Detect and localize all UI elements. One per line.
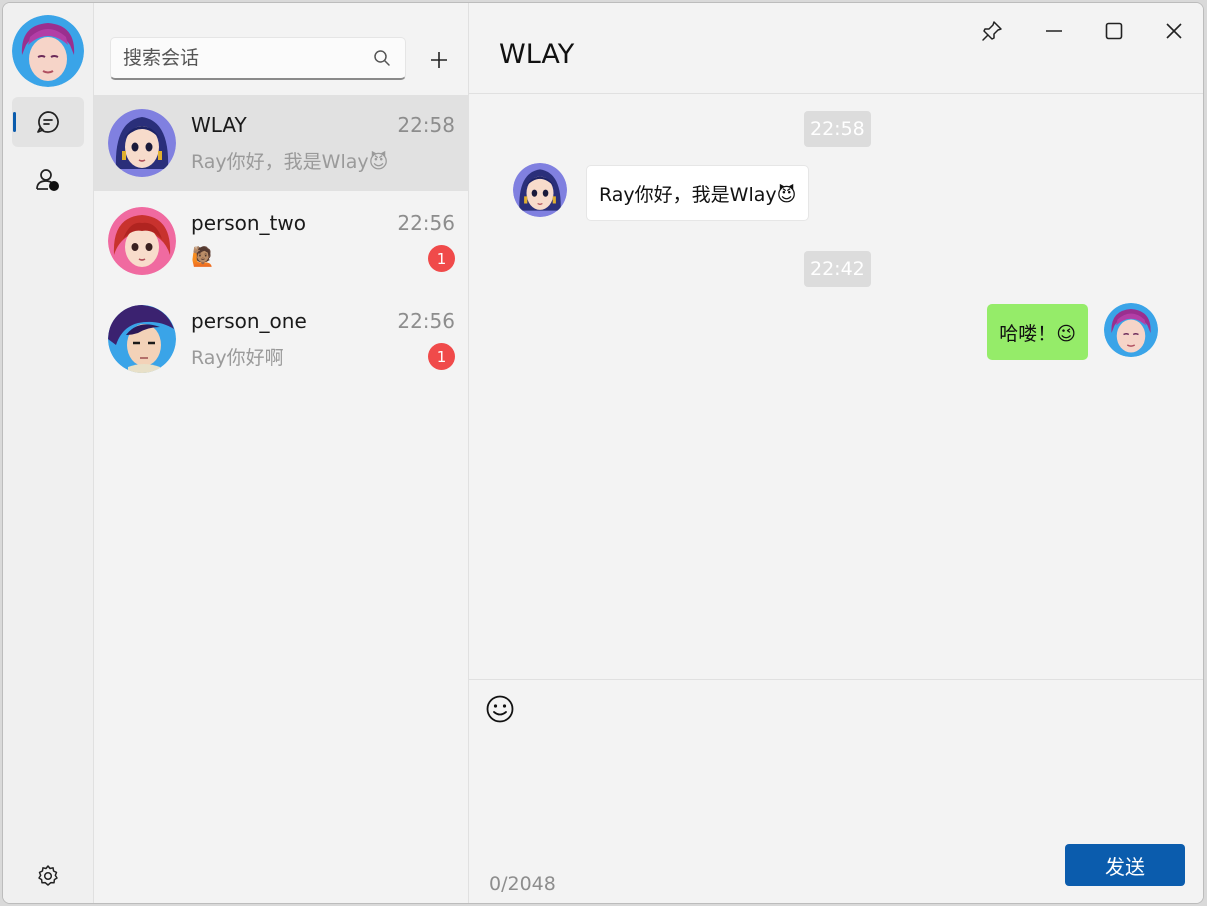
avatar — [108, 207, 176, 275]
outgoing-message-bubble[interactable]: 哈喽！😉 — [987, 304, 1088, 360]
close-button[interactable] — [1151, 11, 1197, 51]
conversation-item[interactable]: person_two 22:56 🙋🏽 1 — [94, 193, 469, 289]
send-button[interactable]: 发送 — [1065, 844, 1185, 886]
message-time-chip: 22:42 — [804, 251, 871, 287]
contacts-icon — [36, 169, 59, 191]
maximize-icon — [1105, 22, 1123, 40]
avatar — [108, 305, 176, 373]
close-icon — [1166, 23, 1182, 39]
conversation-name: person_one — [191, 309, 307, 333]
search-box[interactable] — [110, 37, 406, 80]
search-input[interactable] — [123, 47, 371, 69]
conversation-preview: Ray你好，我是Wlay😈 — [191, 151, 389, 173]
gear-icon — [38, 865, 58, 886]
conversation-preview: Ray你好啊 — [191, 347, 284, 369]
nav-contacts-button[interactable] — [12, 155, 84, 205]
unread-badge: 1 — [428, 245, 455, 272]
message-time-chip: 22:58 — [804, 111, 871, 147]
settings-button[interactable] — [33, 861, 63, 891]
chat-bubble-icon — [37, 111, 59, 133]
conversation-time: 22:58 — [397, 113, 455, 137]
chat-title: WLAY — [499, 39, 575, 70]
my-avatar[interactable] — [12, 15, 84, 87]
conversation-name: WLAY — [191, 113, 247, 137]
chat-panel: WLAY 22:58 Ray你好，我是Wlay😈 22:42 哈喽！😉 0/20… — [469, 3, 1203, 903]
pin-icon — [982, 21, 1002, 41]
search-icon[interactable] — [371, 47, 393, 69]
conversation-item[interactable]: person_one 22:56 Ray你好啊 1 — [94, 291, 469, 387]
message-list: 22:58 Ray你好，我是Wlay😈 22:42 哈喽！😉 — [469, 94, 1203, 678]
maximize-button[interactable] — [1091, 11, 1137, 51]
message-composer: 0/2048 发送 — [469, 679, 1203, 903]
conversation-item[interactable]: WLAY 22:58 Ray你好，我是Wlay😈 — [94, 95, 469, 191]
conversation-time: 22:56 — [397, 309, 455, 333]
message-avatar[interactable] — [513, 163, 567, 217]
avatar — [108, 109, 176, 177]
message-input[interactable] — [485, 736, 1185, 836]
message-avatar[interactable] — [1104, 303, 1158, 357]
conversation-name: person_two — [191, 211, 306, 235]
conversation-time: 22:56 — [397, 211, 455, 235]
incoming-message-bubble[interactable]: Ray你好，我是Wlay😈 — [586, 165, 810, 221]
emoji-button[interactable] — [485, 694, 515, 724]
app-window: WLAY 22:58 Ray你好，我是Wlay😈 person_two 22:5… — [2, 2, 1204, 904]
plus-icon — [431, 52, 447, 68]
smiley-icon — [486, 695, 514, 723]
pin-window-button[interactable] — [969, 11, 1015, 51]
minimize-icon — [1046, 30, 1062, 32]
unread-badge: 1 — [428, 343, 455, 370]
add-conversation-button[interactable] — [424, 45, 454, 75]
nav-chats-button[interactable] — [12, 97, 84, 147]
minimize-button[interactable] — [1031, 11, 1077, 51]
conversation-list-panel: WLAY 22:58 Ray你好，我是Wlay😈 person_two 22:5… — [94, 3, 469, 903]
nav-rail — [3, 3, 94, 903]
conversation-preview: 🙋🏽 — [191, 246, 215, 268]
character-counter: 0/2048 — [489, 873, 556, 895]
chat-header: WLAY — [469, 3, 1203, 94]
